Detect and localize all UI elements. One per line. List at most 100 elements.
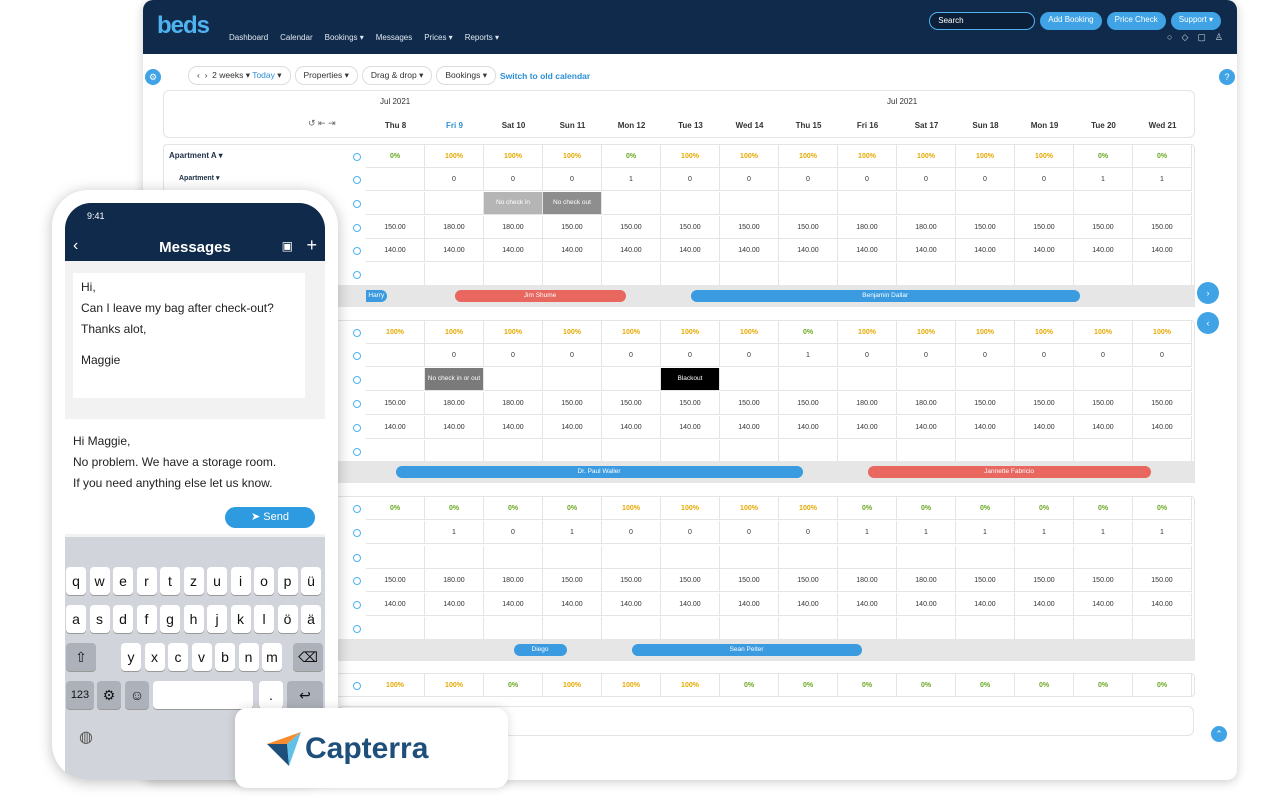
price-cell[interactable]: 140.00 — [366, 239, 425, 262]
empty-cell[interactable] — [779, 546, 838, 569]
price-cell[interactable]: 150.00 — [1015, 392, 1074, 415]
occupancy-cell[interactable]: 100% — [425, 145, 484, 168]
empty-cell[interactable] — [602, 192, 661, 215]
occupancy-cell[interactable]: 0% — [897, 674, 956, 697]
scroll-right-icon[interactable]: › — [1197, 282, 1219, 304]
empty-cell[interactable] — [720, 617, 779, 640]
price-cell[interactable]: 140.00 — [1015, 239, 1074, 262]
key[interactable]: r — [136, 567, 157, 595]
price-cell[interactable]: 150.00 — [543, 216, 602, 239]
key[interactable]: d — [113, 605, 133, 633]
empty-cell[interactable] — [897, 368, 956, 391]
price-cell[interactable]: 140.00 — [956, 416, 1015, 439]
occupancy-cell[interactable]: 100% — [1015, 145, 1074, 168]
drag-drop-dropdown[interactable]: Drag & drop ▾ — [361, 66, 433, 85]
key[interactable]: a — [66, 605, 86, 633]
price-cell[interactable]: 140.00 — [1133, 593, 1192, 616]
occupancy-cell[interactable]: 100% — [897, 145, 956, 168]
empty-cell[interactable] — [956, 617, 1015, 640]
occupancy-cell[interactable]: 0% — [1133, 674, 1192, 697]
empty-cell[interactable] — [1133, 440, 1192, 463]
occupancy-cell[interactable]: 0% — [366, 497, 425, 520]
availability-cell[interactable]: 1 — [602, 168, 661, 191]
key[interactable]: g — [160, 605, 180, 633]
availability-cell[interactable]: 0 — [484, 344, 543, 367]
price-cell[interactable]: 150.00 — [1015, 569, 1074, 592]
price-cell[interactable]: 140.00 — [661, 593, 720, 616]
price-cell[interactable]: 150.00 — [661, 569, 720, 592]
empty-cell[interactable] — [1133, 546, 1192, 569]
occupancy-cell[interactable]: 100% — [602, 674, 661, 697]
occupancy-cell[interactable]: 100% — [484, 321, 543, 344]
booking-bar[interactable]: Jim Shume — [454, 290, 626, 302]
empty-cell[interactable] — [425, 192, 484, 215]
availability-cell[interactable]: 0 — [838, 168, 897, 191]
day-header[interactable]: Tue 20 — [1074, 121, 1133, 130]
return-key[interactable]: ↩ — [287, 681, 323, 709]
key[interactable]: t — [160, 567, 180, 595]
empty-cell[interactable] — [1074, 192, 1133, 215]
row-info-icon[interactable] — [353, 224, 361, 232]
occupancy-cell[interactable]: 0% — [956, 674, 1015, 697]
empty-cell[interactable] — [956, 440, 1015, 463]
price-cell[interactable]: 150.00 — [1074, 569, 1133, 592]
empty-cell[interactable] — [779, 368, 838, 391]
restriction-badge[interactable]: No check out — [543, 192, 601, 214]
price-cell[interactable]: 150.00 — [366, 216, 425, 239]
empty-cell[interactable] — [366, 546, 425, 569]
add-booking-button[interactable]: Add Booking — [1040, 12, 1102, 30]
price-cell[interactable]: 140.00 — [956, 239, 1015, 262]
key[interactable]: w — [89, 567, 110, 595]
price-cell[interactable]: 140.00 — [543, 593, 602, 616]
key[interactable]: s — [89, 605, 110, 633]
row-info-icon[interactable] — [353, 554, 361, 562]
availability-cell[interactable]: 1 — [956, 521, 1015, 544]
price-cell[interactable]: 150.00 — [1133, 216, 1192, 239]
empty-cell[interactable] — [897, 546, 956, 569]
occupancy-cell[interactable]: 100% — [779, 145, 838, 168]
availability-cell[interactable] — [366, 521, 425, 544]
occupancy-cell[interactable]: 0% — [1074, 497, 1133, 520]
key[interactable]: j — [207, 605, 227, 633]
availability-cell[interactable]: 0 — [543, 168, 602, 191]
empty-cell[interactable] — [1015, 263, 1074, 286]
availability-cell[interactable]: 1 — [425, 521, 484, 544]
occupancy-cell[interactable]: 100% — [661, 145, 720, 168]
empty-cell[interactable] — [425, 440, 484, 463]
empty-cell[interactable] — [897, 440, 956, 463]
empty-cell[interactable] — [1074, 546, 1133, 569]
empty-cell[interactable] — [779, 440, 838, 463]
price-cell[interactable]: 140.00 — [602, 593, 661, 616]
row-info-icon[interactable] — [353, 505, 361, 513]
key[interactable]: b — [215, 643, 235, 671]
occupancy-cell[interactable]: 0% — [484, 674, 543, 697]
search-input[interactable]: Search — [929, 12, 1036, 30]
availability-cell[interactable]: 0 — [897, 168, 956, 191]
price-cell[interactable]: 140.00 — [366, 593, 425, 616]
row-info-icon[interactable] — [353, 247, 361, 255]
beds-logo[interactable]: beds — [157, 12, 210, 40]
row-info-icon[interactable] — [353, 424, 361, 432]
availability-cell[interactable]: 0 — [484, 521, 543, 544]
day-header[interactable]: Fri 16 — [838, 121, 897, 130]
booking-bar[interactable]: Sean Pelter — [631, 644, 862, 656]
occupancy-cell[interactable]: 100% — [838, 145, 897, 168]
price-cell[interactable]: 140.00 — [720, 593, 779, 616]
occupancy-cell[interactable]: 0% — [779, 321, 838, 344]
price-cell[interactable]: 180.00 — [838, 216, 897, 239]
nav-item[interactable]: Dashboard — [229, 33, 268, 42]
empty-cell[interactable] — [897, 617, 956, 640]
price-cell[interactable]: 140.00 — [897, 416, 956, 439]
empty-cell[interactable] — [956, 546, 1015, 569]
empty-cell[interactable] — [779, 617, 838, 640]
price-cell[interactable]: 150.00 — [779, 392, 838, 415]
numbers-key[interactable]: 123 — [66, 681, 94, 709]
empty-cell[interactable] — [366, 368, 425, 391]
price-cell[interactable]: 150.00 — [720, 216, 779, 239]
empty-cell[interactable] — [720, 263, 779, 286]
availability-cell[interactable]: 0 — [1074, 344, 1133, 367]
empty-cell[interactable] — [543, 546, 602, 569]
price-cell[interactable]: 140.00 — [720, 416, 779, 439]
key[interactable]: f — [136, 605, 157, 633]
empty-cell[interactable] — [720, 546, 779, 569]
